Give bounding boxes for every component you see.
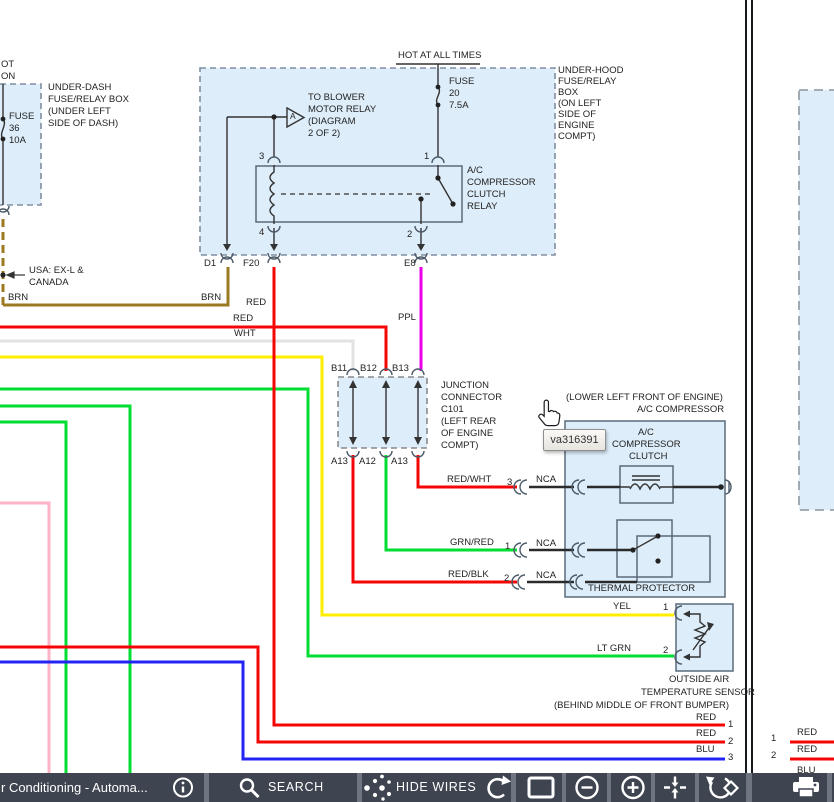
hide-wires-label: HIDE WIRES: [396, 773, 476, 802]
wiring-diagram-canvas: [0, 0, 834, 773]
variant-arrow: [7, 272, 25, 278]
page-separator: [745, 0, 753, 773]
hover-tooltip: va316391: [543, 429, 606, 451]
underhood-fusebox: [200, 68, 555, 255]
right-page-box: [799, 90, 834, 510]
wiring-diagram-app: OT ON UNDER-DASH FUSE/RELAY BOX (UNDER L…: [0, 0, 834, 802]
underdash-fusebox: [0, 84, 41, 205]
wires-brown: [3, 219, 228, 305]
diagram-title: r Conditioning - Automa...: [1, 773, 148, 802]
wires-pink: [0, 503, 49, 773]
hand-cursor-icon: [536, 398, 562, 428]
search-label: SEARCH: [268, 773, 324, 802]
bottom-toolbar: r Conditioning - Automa... SEARCH HIDE W…: [0, 773, 834, 802]
wires-blue: [0, 662, 725, 759]
diagram-viewport[interactable]: OT ON UNDER-DASH FUSE/RELAY BOX (UNDER L…: [0, 0, 834, 802]
